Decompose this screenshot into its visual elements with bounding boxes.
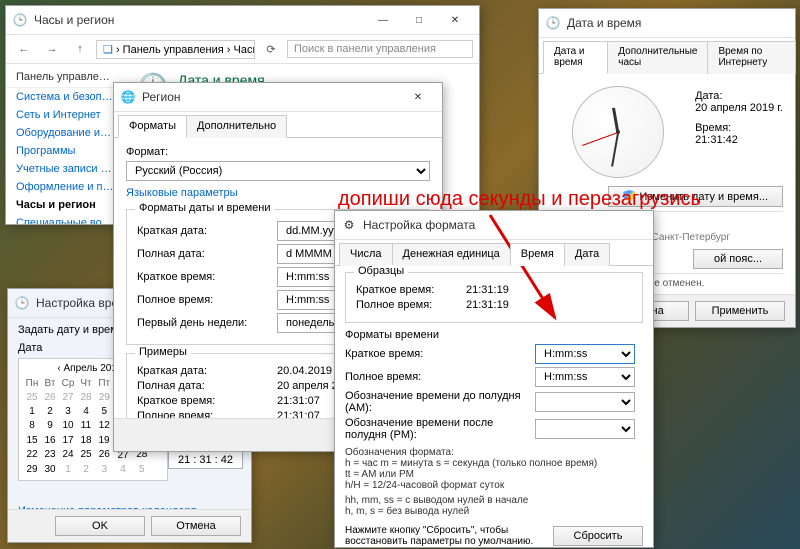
format-settings-dialog: ⚙ Настройка формата Числа Денежная едини… — [334, 210, 654, 548]
sidebar-item-active[interactable]: Часы и регион — [6, 196, 124, 214]
clock-icon: 🕒 — [14, 295, 30, 311]
region-title: Регион — [142, 90, 181, 104]
tab-numbers[interactable]: Числа — [339, 243, 393, 266]
lang-params-link[interactable]: Языковые параметры — [126, 187, 238, 199]
cp-breadcrumb: ← → ↑ ❏ › Панель управления › Часы и рег… — [6, 35, 479, 64]
cp-sidebar: Панель управления — домашняя страница Си… — [6, 64, 124, 224]
sidebar-item[interactable]: Оформление и персонализация — [6, 178, 124, 196]
nav-back-icon[interactable]: ← — [12, 37, 36, 61]
gear-icon: ⚙ — [341, 217, 357, 233]
region-titlebar: 🌐 Регион ✕ — [114, 83, 442, 112]
region-icon: 🌐 — [120, 89, 136, 105]
nav-up-icon[interactable]: ↑ — [68, 37, 92, 61]
tab-currency[interactable]: Денежная единица — [392, 243, 511, 266]
annotation-text: допиши сюда секунды и перезагрузись — [338, 188, 701, 211]
apply-button[interactable]: Применить — [695, 301, 785, 321]
ok-button[interactable]: OK — [55, 516, 145, 536]
time-value: 21:31:42 — [695, 134, 783, 146]
dt-formats-legend: Форматы даты и времени — [135, 202, 275, 214]
long-time-combo[interactable]: H:mm:ss — [535, 367, 635, 387]
tab-date[interactable]: Дата — [564, 243, 610, 266]
region-tabs: Форматы Дополнительно — [114, 114, 442, 138]
dtcp-titlebar: 🕒 Дата и время — [539, 9, 795, 38]
examples-legend: Примеры — [135, 346, 191, 358]
date-label: Дата: — [695, 90, 783, 102]
search-input[interactable]: Поиск в панели управления — [287, 40, 473, 58]
clock-icon: 🕒 — [545, 15, 561, 31]
tab-time[interactable]: Время — [510, 243, 565, 266]
sidebar-item[interactable]: Программы — [6, 142, 124, 160]
pm-combo[interactable] — [535, 419, 635, 439]
sidebar-item[interactable]: Система и безопасн — [6, 88, 124, 106]
cancel-button[interactable]: Отмена — [151, 516, 241, 536]
refresh-icon[interactable]: ⟳ — [259, 37, 283, 61]
time-formats-heading: Форматы времени — [345, 329, 643, 341]
close-button[interactable]: ✕ — [400, 86, 436, 108]
tab-datetime[interactable]: Дата и время — [543, 41, 608, 74]
tab-additional-clocks[interactable]: Дополнительные часы — [607, 41, 708, 74]
nav-fwd-icon[interactable]: → — [40, 37, 64, 61]
close-button[interactable]: ✕ — [437, 9, 473, 31]
format-select[interactable]: Русский (Россия) — [126, 161, 430, 181]
samples-legend: Образцы — [354, 265, 408, 277]
tab-internet-time[interactable]: Время по Интернету — [707, 41, 796, 74]
max-button[interactable]: □ — [401, 9, 437, 31]
change-tz-button[interactable]: ой пояс... — [693, 249, 783, 269]
min-button[interactable]: — — [365, 9, 401, 31]
sidebar-heading: Панель управления — домашняя страница — [6, 68, 124, 88]
fmt-titlebar: ⚙ Настройка формата — [335, 211, 653, 240]
sidebar-item[interactable]: Учетные записи пользователей — [6, 160, 124, 178]
fmt-title: Настройка формата — [363, 218, 475, 232]
short-time-combo[interactable]: H:mm:ss — [535, 344, 635, 364]
sidebar-item[interactable]: Специальные возмо — [6, 214, 124, 224]
cp-title: Часы и регион — [34, 13, 114, 27]
format-legend: Обозначения формата: h = час m = минута … — [345, 447, 643, 517]
sidebar-item[interactable]: Сеть и Интернет — [6, 106, 124, 124]
breadcrumb-path[interactable]: ❏ › Панель управления › Часы и регион — [96, 40, 255, 59]
clock-icon: 🕒 — [12, 12, 28, 28]
reset-text: Нажмите кнопку "Сбросить", чтобы восстан… — [345, 525, 543, 547]
tab-formats[interactable]: Форматы — [118, 115, 187, 138]
date-value: 20 апреля 2019 г. — [695, 102, 783, 114]
fmt-tabs: Числа Денежная единица Время Дата — [335, 242, 653, 266]
dt-dlg-footer: OK Отмена — [8, 509, 251, 542]
tab-extra[interactable]: Дополнительно — [186, 115, 287, 138]
sidebar-item[interactable]: Оборудование и зву — [6, 124, 124, 142]
reset-button[interactable]: Сбросить — [553, 526, 643, 546]
dtcp-title: Дата и время — [567, 16, 641, 30]
time-label: Время: — [695, 122, 783, 134]
cp-titlebar: 🕒 Часы и регион — □ ✕ — [6, 6, 479, 35]
dtcp-tabs: Дата и время Дополнительные часы Время п… — [539, 40, 795, 74]
analog-clock — [572, 86, 664, 178]
am-combo[interactable] — [535, 392, 635, 412]
format-label: Формат: — [126, 146, 430, 158]
